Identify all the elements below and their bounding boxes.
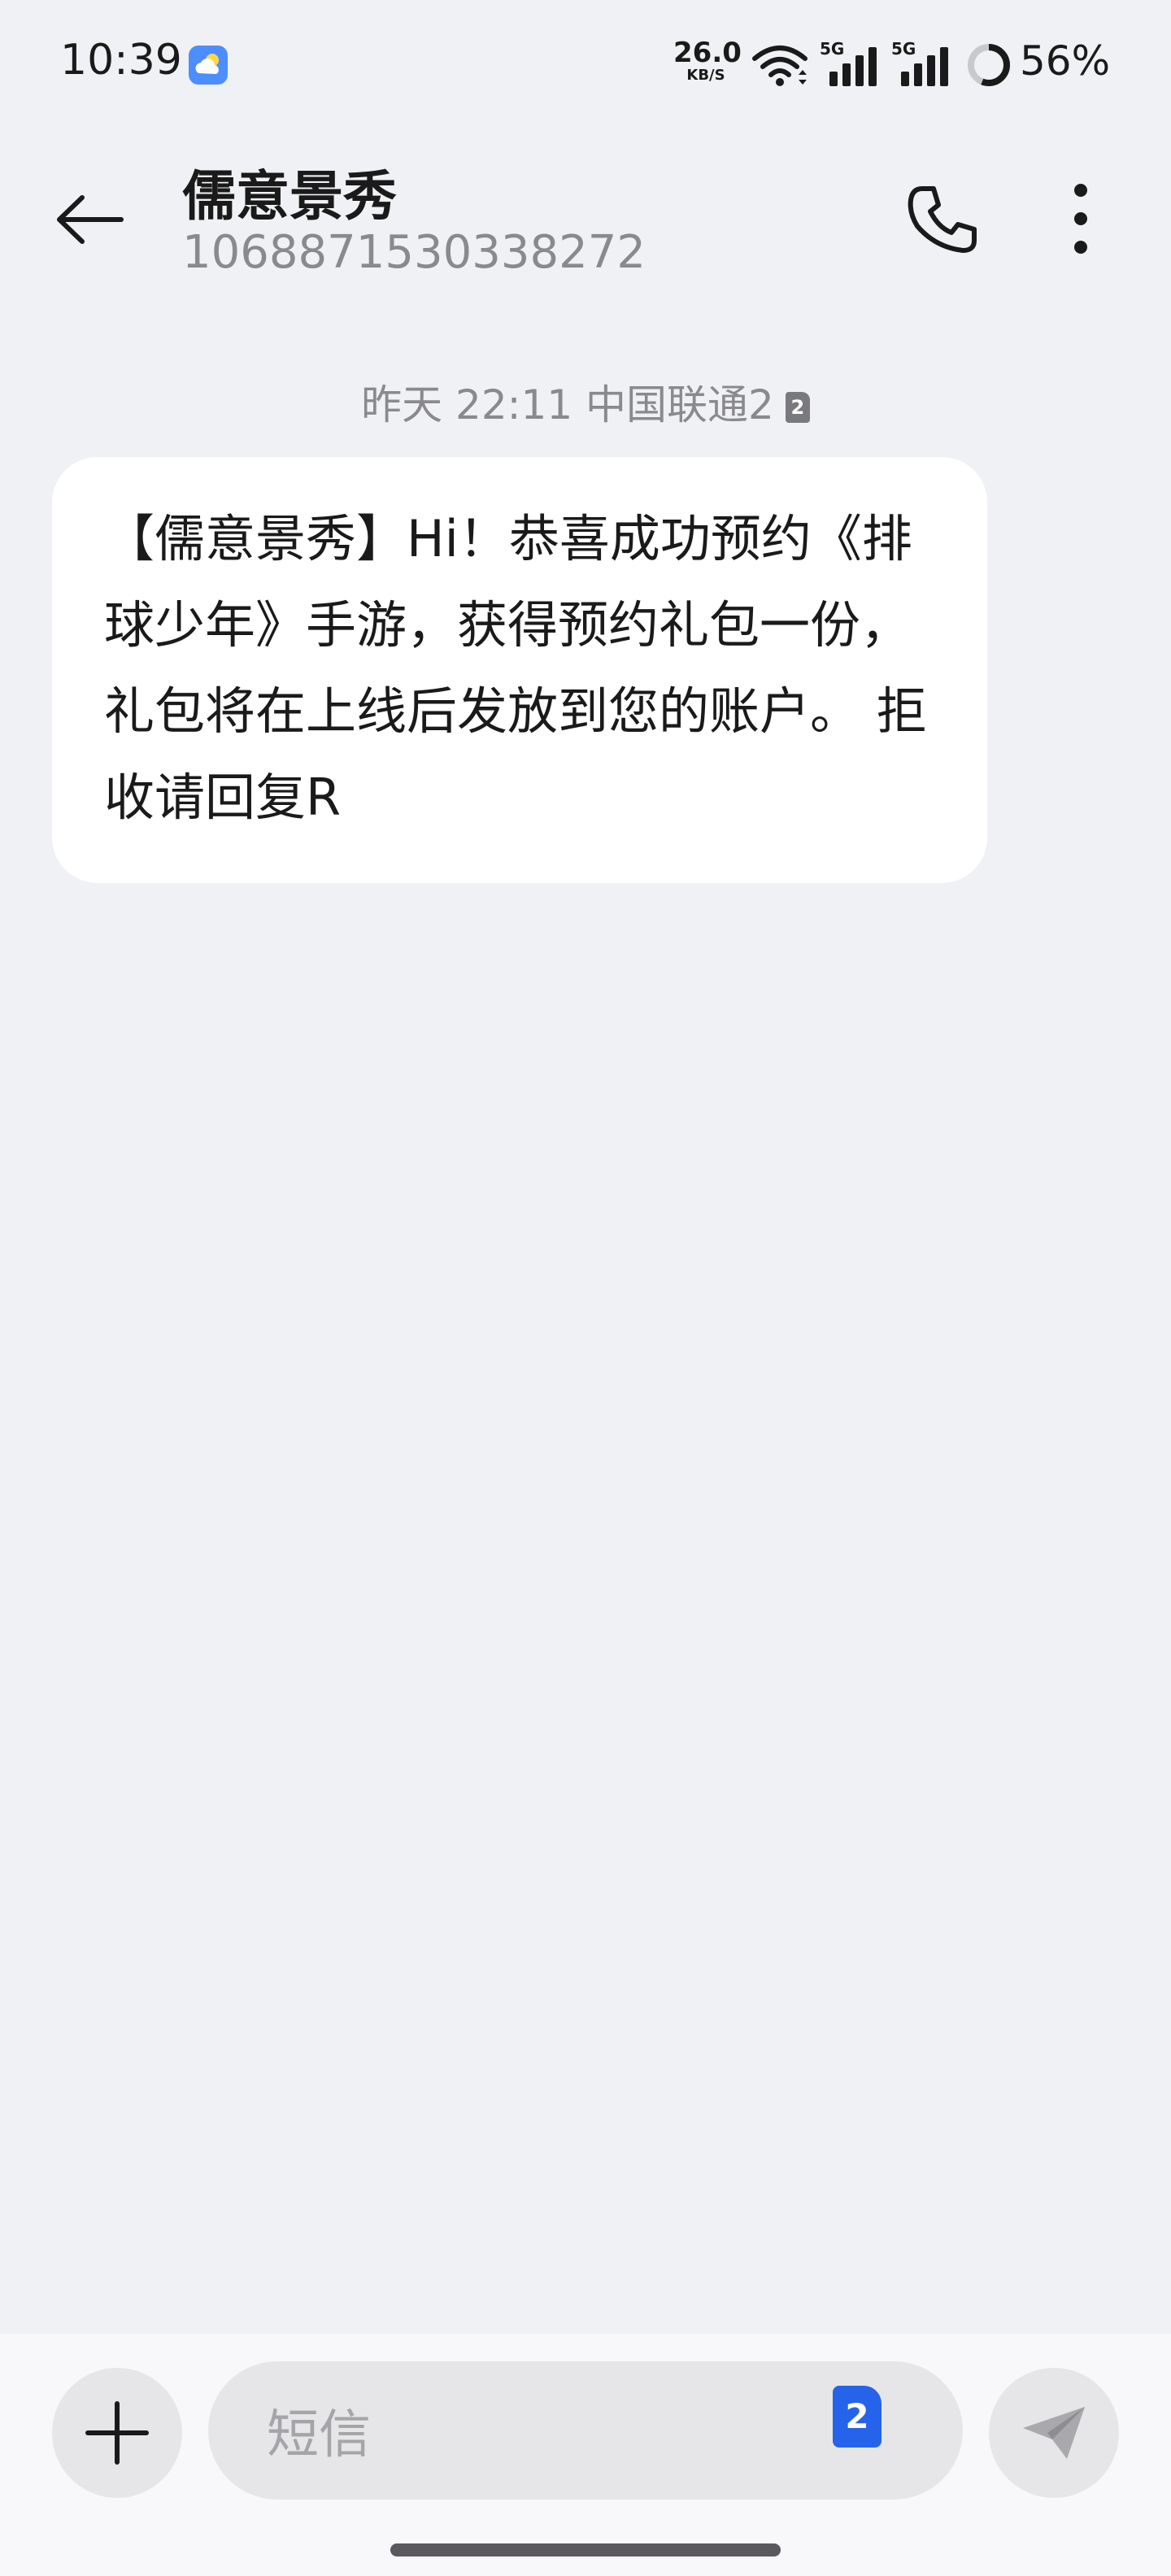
back-button[interactable] [49, 179, 130, 260]
contact-name: 儒意景秀 [182, 165, 397, 228]
wifi-icon [752, 46, 808, 86]
cellular-signal-2: 5G [891, 41, 956, 86]
phone-icon [908, 186, 977, 253]
message-input-placeholder: 短信 [267, 2405, 371, 2465]
home-indicator[interactable] [390, 2543, 781, 2556]
sim-select-number: 2 [845, 2396, 869, 2436]
contact-number: 1068871530338272 [182, 226, 646, 279]
sim-select-button[interactable]: 2 [829, 2382, 886, 2451]
battery-ring-icon [968, 44, 1010, 86]
cellular-signal-icon [901, 47, 948, 86]
plus-icon [85, 2401, 149, 2465]
call-button[interactable] [898, 174, 987, 263]
add-attachment-button[interactable] [52, 2368, 182, 2498]
send-icon [1023, 2407, 1085, 2459]
sim-card-badge: 2 [785, 392, 810, 423]
compose-bar: 短信 2 [0, 2334, 1171, 2576]
message-timestamp: 昨天 22:11 中国联通2 2 [0, 372, 1171, 431]
arrow-left-icon [57, 195, 124, 244]
cellular-signal-1: 5G [820, 41, 885, 86]
network-speed-unit: KB/S [686, 67, 725, 84]
weather-partly-cloudy-icon [189, 46, 228, 85]
network-speed: 26.0 KB/S [673, 37, 742, 84]
more-options-button[interactable] [1036, 174, 1125, 263]
status-time: 10:39 [60, 36, 182, 85]
conversation-header: 儒意景秀 1068871530338272 [0, 130, 1171, 309]
send-button[interactable] [989, 2368, 1119, 2498]
timestamp-text: 昨天 22:11 中国联通2 [361, 381, 774, 429]
more-vertical-icon [1074, 184, 1087, 254]
network-speed-value: 26.0 [673, 37, 742, 69]
cellular-signal-icon [829, 47, 877, 86]
status-bar: 10:39 26.0 KB/S 5G 5G 56% [0, 0, 1171, 130]
message-bubble-incoming[interactable]: 【儒意景秀】Hi！恭喜成功预约《排球少年》手游，获得预约礼包一份，礼包将在上线后… [52, 457, 987, 883]
battery-percent: 56% [1020, 37, 1111, 85]
